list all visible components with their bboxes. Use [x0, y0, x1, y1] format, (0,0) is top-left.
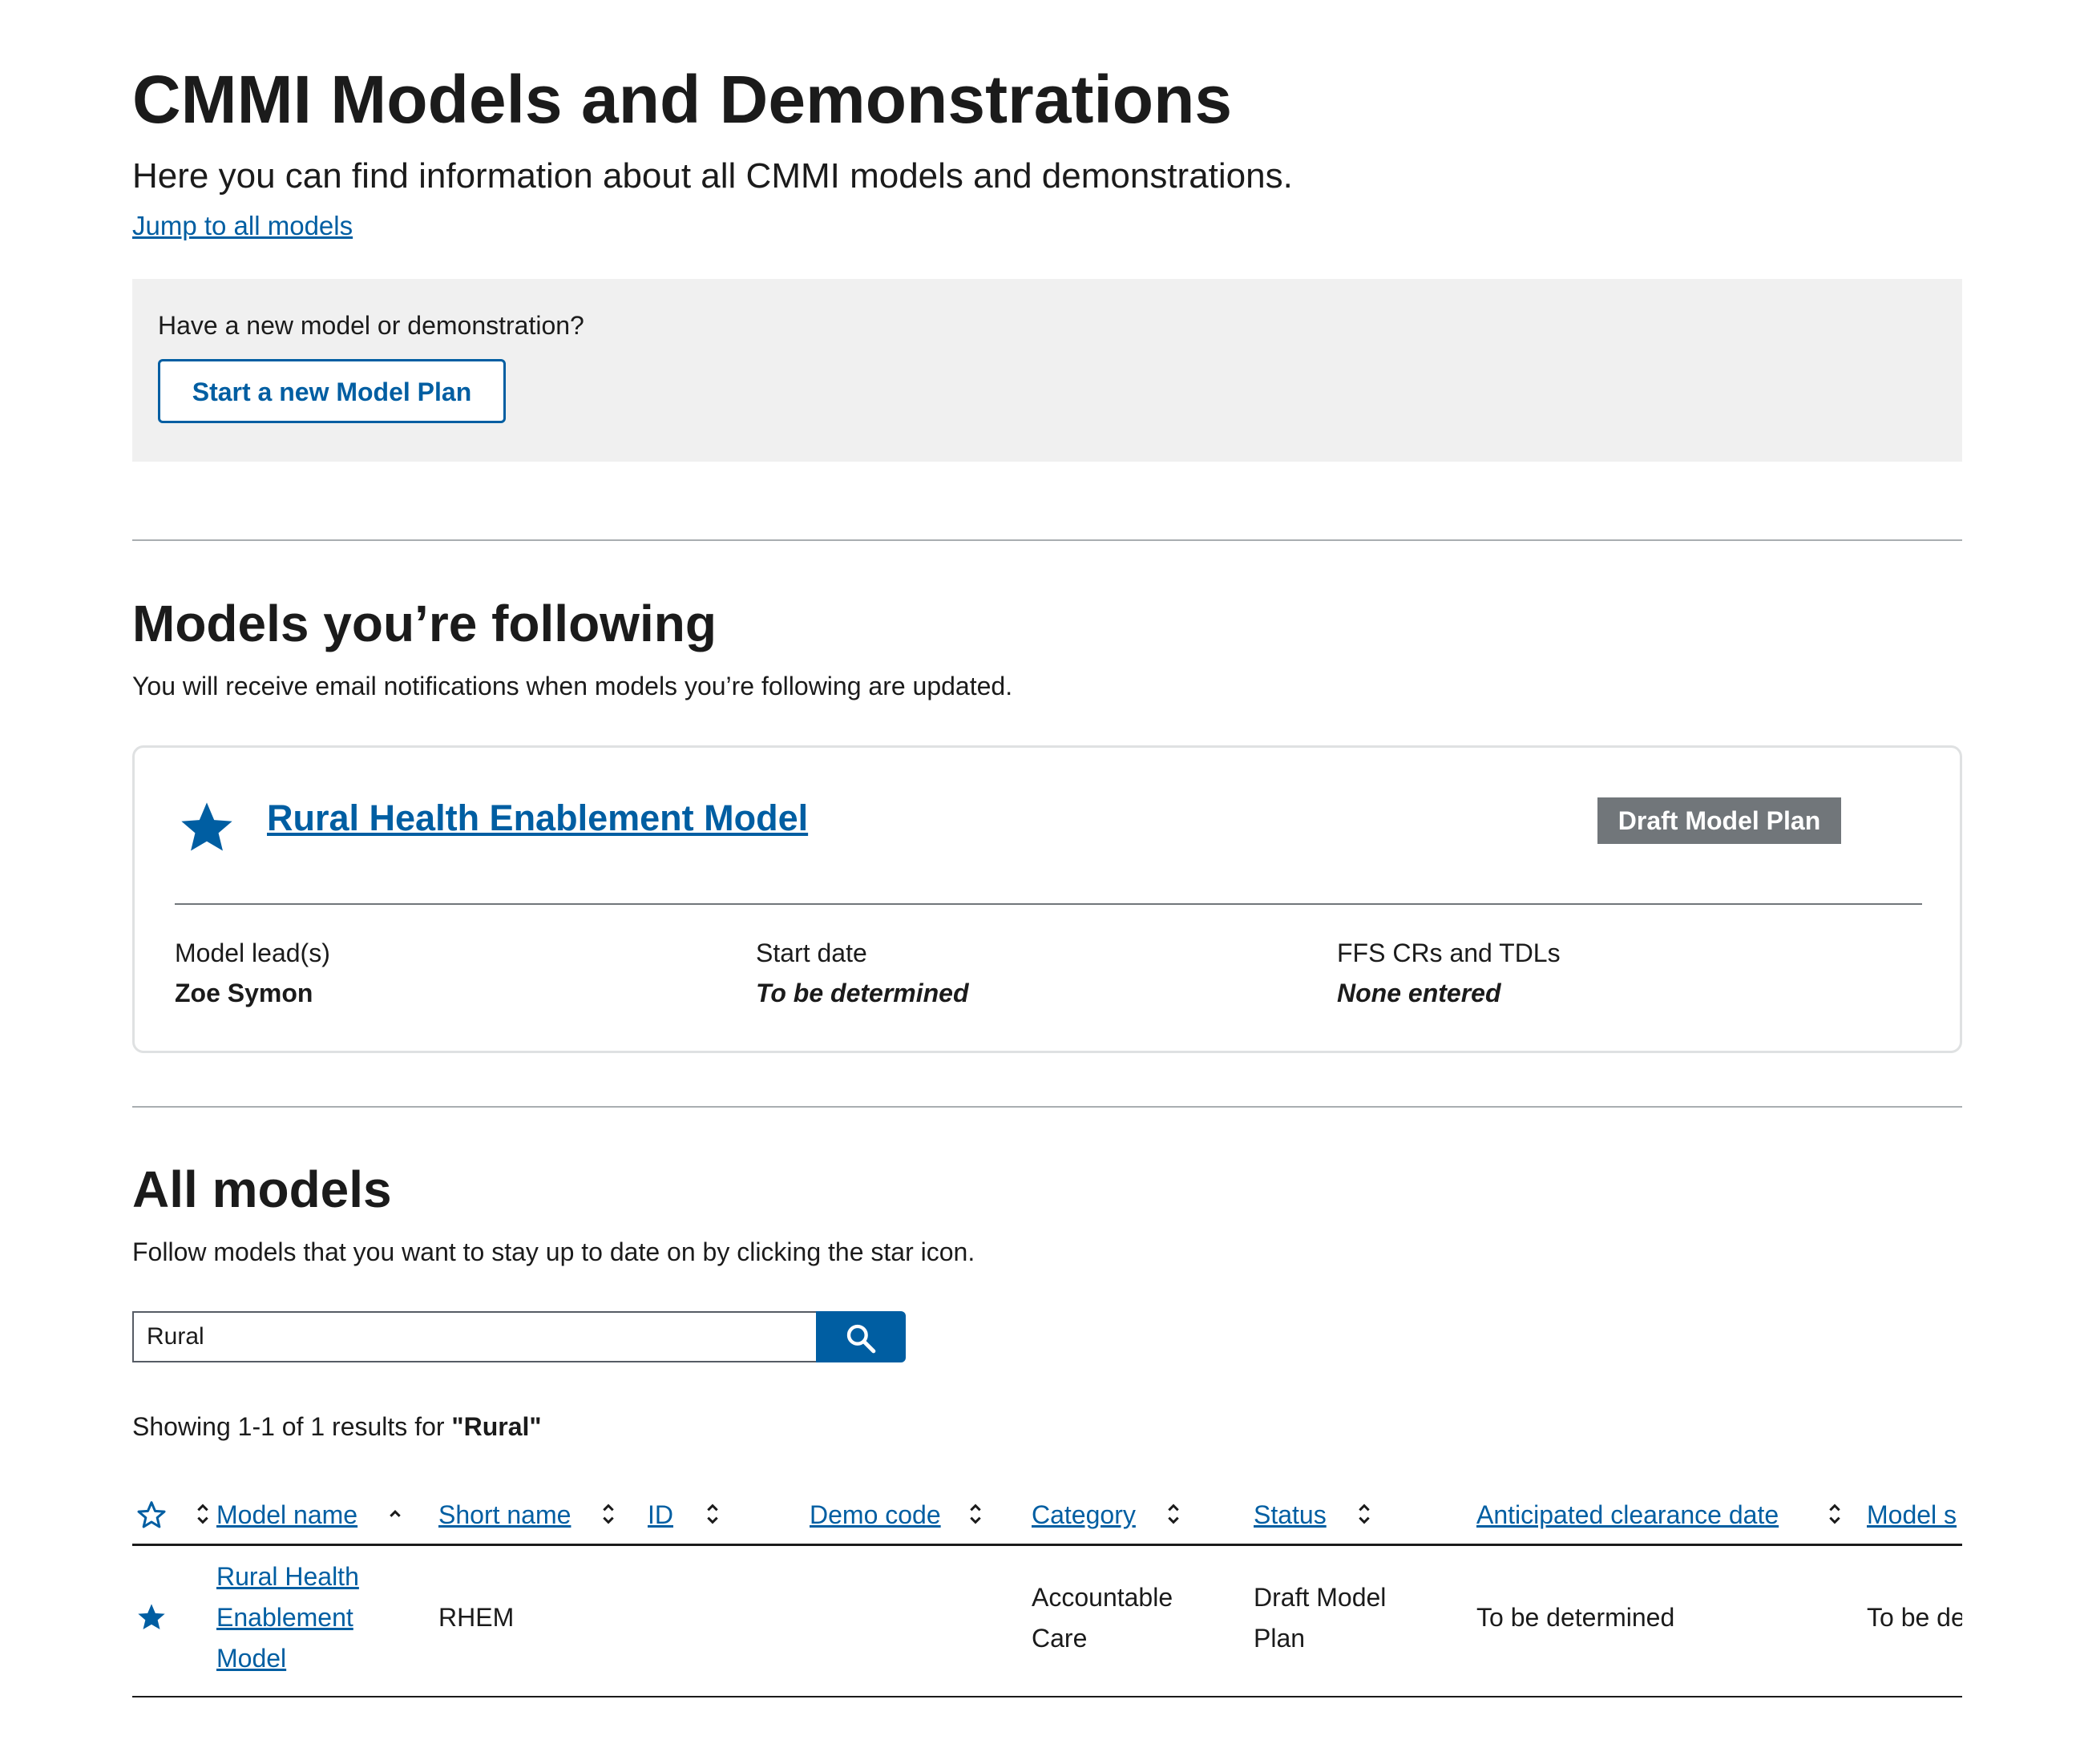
- model-lead-value: Zoe Symon: [175, 979, 313, 1007]
- page: CMMI Models and Demonstrations Here you …: [0, 0, 2084, 1764]
- model-lead-label: Model lead(s): [175, 939, 330, 967]
- section-divider: [132, 1106, 1962, 1108]
- column-header-category[interactable]: Category: [1032, 1497, 1136, 1532]
- sort-ascending-icon[interactable]: [387, 1500, 403, 1528]
- row-model-name-link[interactable]: Rural Health Enablement Model: [216, 1556, 385, 1679]
- section-divider: [132, 539, 1962, 541]
- search-form: [132, 1311, 906, 1362]
- star-outline-icon: [137, 1501, 166, 1528]
- search-button[interactable]: [816, 1311, 906, 1362]
- page-title: CMMI Models and Demonstrations: [132, 62, 1233, 137]
- table-row-divider: [132, 1696, 1962, 1697]
- card-model-name-link[interactable]: Rural Health Enablement Model: [267, 794, 808, 842]
- sort-icon[interactable]: [705, 1500, 721, 1528]
- row-anticipated-clearance-date: To be determined: [1476, 1603, 1675, 1632]
- search-icon: [846, 1324, 876, 1354]
- search-input[interactable]: [132, 1311, 816, 1362]
- card-divider: [175, 903, 1922, 905]
- status-badge: Draft Model Plan: [1597, 797, 1841, 844]
- ffs-crs-tdls-value: None entered: [1337, 979, 1501, 1007]
- column-header-status[interactable]: Status: [1254, 1497, 1327, 1532]
- star-filled-icon[interactable]: [176, 797, 237, 858]
- table-header-divider: [132, 1544, 1962, 1546]
- sort-icon[interactable]: [1356, 1500, 1372, 1528]
- new-model-prompt: Have a new model or demonstration?: [158, 311, 584, 340]
- column-header-id[interactable]: ID: [648, 1497, 673, 1532]
- followed-model-card: Rural Health Enablement Model Draft Mode…: [132, 745, 1962, 1053]
- results-query: "Rural": [451, 1412, 542, 1441]
- sort-icon[interactable]: [967, 1500, 983, 1528]
- start-date-value: To be determined: [756, 979, 969, 1007]
- following-heading: Models you’re following: [132, 595, 717, 652]
- row-model-start: To be de: [1867, 1603, 1962, 1632]
- row-short-name: RHEM: [438, 1603, 515, 1632]
- column-header-anticipated-clearance-date[interactable]: Anticipated clearance date: [1476, 1497, 1779, 1532]
- results-summary: Showing 1-1 of 1 results for "Rural": [132, 1409, 542, 1444]
- models-table: Model name Short name ID Demo code Categ…: [132, 1483, 1962, 1707]
- column-header-model-name[interactable]: Model name: [216, 1497, 357, 1532]
- row-status: Draft Model Plan: [1254, 1583, 1387, 1653]
- ffs-crs-tdls-label: FFS CRs and TDLs: [1337, 939, 1561, 967]
- start-new-model-plan-button[interactable]: Start a new Model Plan: [158, 359, 506, 423]
- column-header-short-name[interactable]: Short name: [438, 1497, 571, 1532]
- sort-icon[interactable]: [195, 1500, 211, 1528]
- star-filled-icon[interactable]: [135, 1601, 168, 1633]
- sort-icon[interactable]: [1827, 1500, 1843, 1528]
- start-date-label: Start date: [756, 939, 867, 967]
- following-description: You will receive email notifications whe…: [132, 672, 1013, 700]
- sort-icon[interactable]: [1165, 1500, 1181, 1528]
- results-prefix: Showing 1-1 of 1 results for: [132, 1412, 452, 1441]
- sort-icon[interactable]: [600, 1500, 616, 1528]
- all-models-heading: All models: [132, 1161, 392, 1218]
- column-header-demo-code[interactable]: Demo code: [810, 1497, 941, 1532]
- column-header-model-start[interactable]: Model s: [1867, 1497, 1957, 1532]
- all-models-description: Follow models that you want to stay up t…: [132, 1237, 975, 1266]
- page-lead: Here you can find information about all …: [132, 156, 1293, 196]
- jump-to-all-models-link[interactable]: Jump to all models: [132, 208, 353, 244]
- row-category: Accountable Care: [1032, 1583, 1173, 1653]
